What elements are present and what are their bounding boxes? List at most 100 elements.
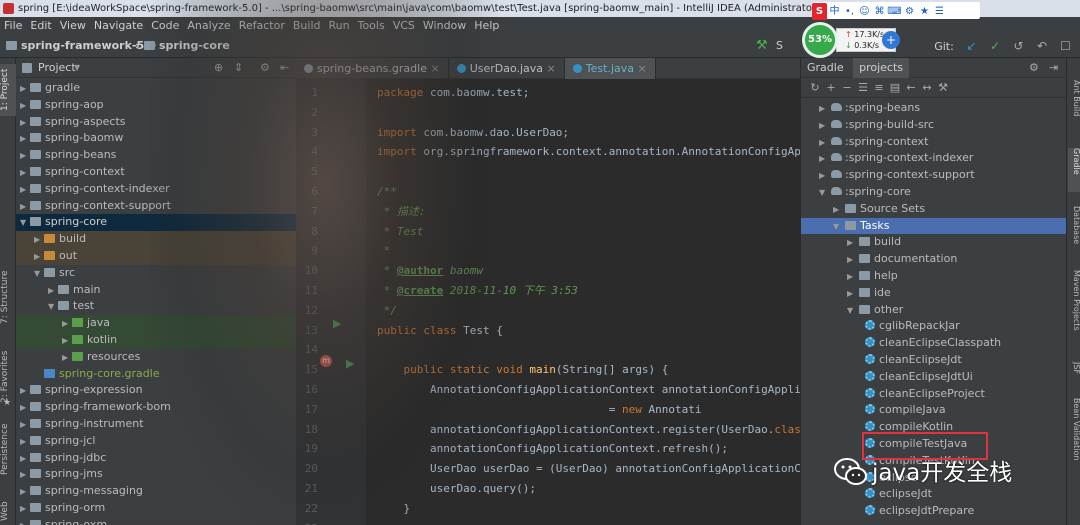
vcs-update-icon[interactable]: ↙ bbox=[962, 36, 982, 56]
expand-arrow-icon[interactable]: ▶ bbox=[833, 202, 845, 219]
expand-arrow-icon[interactable]: ▶ bbox=[847, 235, 859, 252]
breakpoint-icon[interactable]: m bbox=[320, 355, 332, 367]
project-tree-item[interactable]: ▶ resources bbox=[16, 349, 296, 366]
speed-percent-circle[interactable]: 53% bbox=[802, 22, 838, 58]
project-tree-item[interactable]: ▶ spring-framework-bom bbox=[16, 399, 296, 416]
gradle-tree-item[interactable]: compileJava bbox=[801, 402, 1066, 419]
tool-tab-structure[interactable]: 7: Structure bbox=[0, 266, 16, 328]
breadcrumb-item-root[interactable]: spring-framework-5.0 bbox=[6, 34, 156, 58]
menu-item-code[interactable]: Code bbox=[147, 17, 183, 34]
expand-arrow-icon[interactable]: ▶ bbox=[62, 316, 72, 333]
expand-arrow-icon[interactable]: ▼ bbox=[48, 299, 58, 316]
gear-icon[interactable]: ⚙ bbox=[1029, 58, 1039, 78]
project-tree-item[interactable]: ▶ out bbox=[16, 247, 296, 265]
expand-arrow-icon[interactable]: ▶ bbox=[847, 269, 859, 286]
menu-item-edit[interactable]: Edit bbox=[26, 17, 55, 34]
ime-icon[interactable]: •, bbox=[842, 3, 857, 20]
run-class-icon[interactable]: ▶ bbox=[333, 317, 341, 330]
close-icon[interactable]: × bbox=[634, 62, 646, 75]
close-icon[interactable]: × bbox=[543, 62, 556, 75]
expand-arrow-icon[interactable]: ▶ bbox=[20, 467, 30, 484]
ime-icon[interactable]: 中 bbox=[827, 3, 842, 20]
expand-all-icon[interactable]: ☰ bbox=[855, 78, 871, 98]
vcs-more-icon[interactable]: ☐ bbox=[1056, 36, 1076, 56]
build-hammer-icon[interactable]: ⚒ bbox=[756, 34, 768, 58]
gradle-tree-item[interactable]: ▼ Tasks bbox=[801, 217, 1066, 236]
gradle-tree-item[interactable]: cglibRepackJar bbox=[801, 318, 1066, 335]
code-area[interactable]: 1 package com.baomw.test; 2 3 import com.bao… bbox=[296, 79, 821, 525]
tool-tab-gradle[interactable]: Gradle bbox=[1068, 148, 1080, 192]
project-tree-item[interactable]: ▶ build bbox=[16, 231, 296, 248]
gradle-tree-item[interactable]: ▶:spring-context-support bbox=[801, 167, 1066, 184]
menu-item-analyze[interactable]: Analyze bbox=[183, 17, 234, 34]
expand-arrow-icon[interactable]: ▶ bbox=[819, 118, 831, 135]
project-tree-item[interactable]: ▼ src bbox=[16, 265, 296, 282]
expand-arrow-icon[interactable]: ▼ bbox=[819, 185, 831, 202]
menu-item-build[interactable]: Build bbox=[289, 17, 325, 34]
ime-icon[interactable]: ⚙ bbox=[902, 3, 917, 20]
expand-arrow-icon[interactable]: ▶ bbox=[20, 501, 30, 518]
tool-tab-bean-validation[interactable]: Bean Validation bbox=[1068, 398, 1080, 498]
gear-icon[interactable]: ⚙ bbox=[260, 58, 270, 78]
expand-arrow-icon[interactable]: ▶ bbox=[48, 283, 58, 300]
project-tree-item[interactable]: ▶ spring-baomw bbox=[16, 130, 296, 147]
project-tree-item[interactable]: ▶ spring-context bbox=[16, 164, 296, 181]
gradle-tree-item[interactable]: ▶ build bbox=[801, 234, 1066, 251]
tool-tab-ant[interactable]: Ant Build bbox=[1068, 80, 1080, 140]
gradle-tree-item[interactable]: cleanEclipseJdtUi bbox=[801, 369, 1066, 386]
expand-arrow-icon[interactable]: ▼ bbox=[34, 266, 44, 283]
expand-arrow-icon[interactable]: ▶ bbox=[62, 350, 72, 367]
expand-arrow-icon[interactable]: ▶ bbox=[20, 484, 30, 501]
expand-arrow-icon[interactable]: ▶ bbox=[34, 232, 44, 249]
speed-plus-button[interactable]: + bbox=[882, 31, 900, 49]
chevron-down-icon[interactable]: ▼ bbox=[74, 58, 80, 78]
expand-arrow-icon[interactable]: ▶ bbox=[20, 182, 30, 199]
hide-icon[interactable]: ⇤ bbox=[280, 58, 289, 78]
project-tree-item[interactable]: ▶ spring-aop bbox=[16, 97, 296, 114]
gradle-tree-item[interactable]: ▶ documentation bbox=[801, 251, 1066, 268]
expand-arrow-icon[interactable]: ▶ bbox=[819, 135, 831, 152]
expand-arrow-icon[interactable]: ▶ bbox=[20, 148, 30, 165]
menu-item-file[interactable]: File bbox=[0, 17, 26, 34]
project-tree-item[interactable]: ▶ spring-context-indexer bbox=[16, 181, 296, 198]
gradle-tree-item[interactable]: ▶:spring-beans bbox=[801, 100, 1066, 117]
expand-arrow-icon[interactable]: ▶ bbox=[20, 434, 30, 451]
expand-arrow-icon[interactable]: ▶ bbox=[20, 383, 30, 400]
run-main-icon[interactable]: ▶ bbox=[346, 357, 354, 370]
tab-gradle[interactable]: Gradle bbox=[801, 58, 850, 78]
gradle-tree-item[interactable]: ▶ ide bbox=[801, 285, 1066, 302]
tool-tab-database[interactable]: Database bbox=[1068, 206, 1080, 258]
breadcrumb-item-module[interactable]: spring-core bbox=[144, 34, 230, 58]
expand-arrow-icon[interactable]: ▶ bbox=[20, 81, 30, 98]
menu-item-tools[interactable]: Tools bbox=[354, 17, 389, 34]
project-tree-item[interactable]: ▶ spring-messaging bbox=[16, 483, 296, 500]
menu-item-help[interactable]: Help bbox=[470, 17, 503, 34]
gradle-tree-item[interactable]: ▶ help bbox=[801, 268, 1066, 285]
gradle-tree-item[interactable]: cleanEclipseProject bbox=[801, 386, 1066, 403]
run-config-selector[interactable]: S bbox=[776, 34, 783, 58]
editor-tab[interactable]: spring-beans.gradle × bbox=[296, 58, 449, 79]
tab-projects[interactable]: projects bbox=[853, 58, 910, 78]
expand-arrow-icon[interactable]: ▶ bbox=[819, 151, 831, 168]
gradle-tree-item[interactable]: ▼ other bbox=[801, 302, 1066, 319]
locate-icon[interactable]: ⊕ bbox=[214, 58, 223, 78]
project-tree-item[interactable]: ▶ spring-oxm bbox=[16, 517, 296, 525]
project-tree-item[interactable]: ▶ spring-context-support bbox=[16, 198, 296, 215]
expand-arrow-icon[interactable]: ▼ bbox=[833, 219, 845, 236]
expand-arrow-icon[interactable]: ▶ bbox=[819, 168, 831, 185]
project-tree-item[interactable]: ▶ spring-expression bbox=[16, 382, 296, 399]
project-tree-item[interactable]: ▶ spring-aspects bbox=[16, 114, 296, 131]
refresh-icon[interactable]: ↻ bbox=[807, 78, 823, 98]
remove-icon[interactable]: − bbox=[839, 78, 855, 98]
attach-icon[interactable]: ← bbox=[903, 78, 919, 98]
add-icon[interactable]: + bbox=[823, 78, 839, 98]
menu-item-window[interactable]: Window bbox=[419, 17, 470, 34]
vcs-revert-icon[interactable]: ↶ bbox=[1032, 36, 1052, 56]
expand-arrow-icon[interactable]: ▶ bbox=[847, 252, 859, 269]
tool-tab-jsf[interactable]: JSF bbox=[1068, 362, 1080, 386]
tool-tab-persistence[interactable]: Persistence bbox=[0, 418, 16, 480]
menu-item-vcs[interactable]: VCS bbox=[389, 17, 419, 34]
editor-tab[interactable]: Test.java × bbox=[564, 58, 656, 79]
expand-arrow-icon[interactable]: ▶ bbox=[20, 131, 30, 148]
ime-icon[interactable]: ⌨ bbox=[887, 3, 902, 20]
